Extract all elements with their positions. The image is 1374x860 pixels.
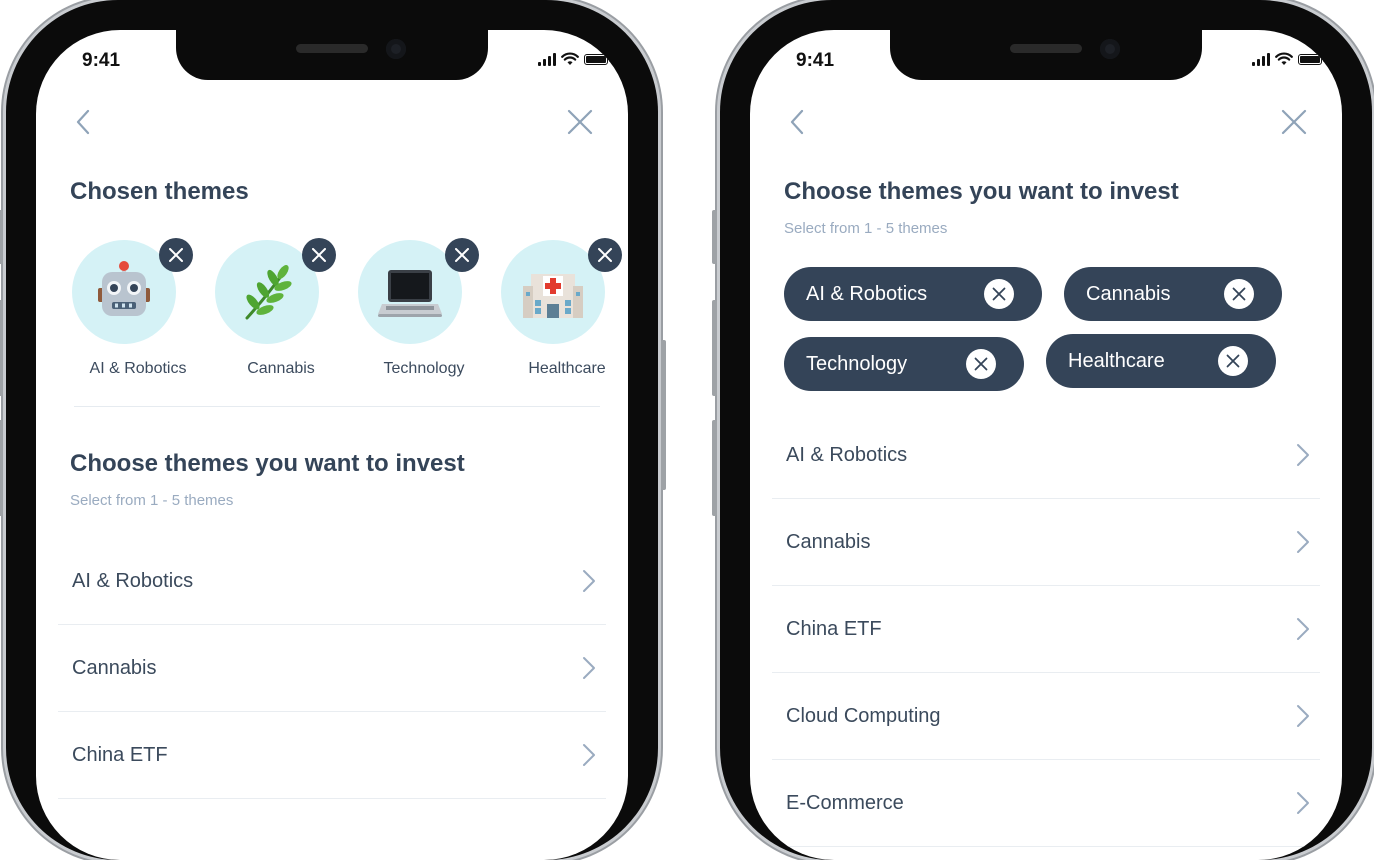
list-item-china-etf[interactable]: China ETF — [772, 586, 1320, 673]
notch — [176, 30, 488, 80]
volume-down-button — [712, 420, 717, 516]
chevron-right-icon — [583, 744, 595, 766]
remove-chip-button[interactable] — [966, 349, 996, 379]
chip-label: Healthcare — [1068, 349, 1165, 372]
list-item-label: Cannabis — [72, 657, 157, 679]
screen-left: 9:41 Chosen themes AI & Robotics Cannabi… — [36, 30, 628, 860]
speaker — [1010, 44, 1082, 53]
speaker — [296, 44, 368, 53]
chevron-right-icon — [1297, 444, 1309, 466]
chevron-right-icon — [583, 657, 595, 679]
choose-themes-title: Choose themes you want to invest — [784, 178, 1179, 205]
list-item-ai-robotics[interactable]: AI & Robotics — [58, 538, 606, 625]
list-item-label: E-Commerce — [786, 792, 904, 814]
screen-right: 9:41 Choose themes you want to invest Se… — [750, 30, 1342, 860]
choose-themes-subtitle: Select from 1 - 5 themes — [70, 492, 234, 509]
chip-label: Cannabis — [1086, 282, 1171, 305]
status-icons — [1252, 52, 1325, 66]
chevron-right-icon — [583, 570, 595, 592]
list-item-ai-robotics[interactable]: AI & Robotics — [772, 412, 1320, 499]
close-icon — [974, 357, 988, 371]
remove-theme-button[interactable] — [445, 238, 479, 272]
phone-frame-left: 9:41 Chosen themes AI & Robotics Cannabi… — [0, 0, 666, 860]
back-arrow-icon[interactable] — [784, 108, 812, 136]
selected-chip-technology[interactable]: Technology — [784, 337, 1024, 391]
remove-theme-button[interactable] — [302, 238, 336, 272]
list-item-label: Cannabis — [786, 531, 871, 553]
chevron-right-icon — [1297, 792, 1309, 814]
list-item-cloud-computing[interactable]: Cloud Computing — [772, 673, 1320, 760]
selected-chip-cannabis[interactable]: Cannabis — [1064, 267, 1282, 321]
battery-icon — [1298, 53, 1325, 65]
signal-icon — [538, 52, 556, 66]
list-item-label: China ETF — [786, 618, 882, 640]
phone-frame-right: 9:41 Choose themes you want to invest Se… — [712, 0, 1372, 860]
side-button — [0, 210, 3, 264]
close-icon[interactable] — [1280, 108, 1308, 136]
wifi-icon — [1275, 52, 1293, 65]
list-item-label: AI & Robotics — [72, 570, 194, 592]
choose-themes-title: Choose themes you want to invest — [70, 450, 465, 477]
list-item-label: Cloud Computing — [786, 705, 941, 727]
remove-theme-button[interactable] — [159, 238, 193, 272]
close-icon — [169, 248, 183, 262]
side-button — [712, 210, 717, 264]
close-icon — [992, 287, 1006, 301]
list-item-cannabis[interactable]: Cannabis — [772, 499, 1320, 586]
close-icon — [598, 248, 612, 262]
chevron-right-icon — [1297, 531, 1309, 553]
remove-chip-button[interactable] — [1224, 279, 1254, 309]
list-item-label: AI & Robotics — [786, 444, 908, 466]
back-arrow-icon[interactable] — [70, 108, 98, 136]
chip-label: AI & Robotics — [806, 282, 928, 305]
selected-chip-ai-robotics[interactable]: AI & Robotics — [784, 267, 1042, 321]
wifi-icon — [561, 52, 579, 65]
list-item-label: China ETF — [72, 744, 168, 766]
status-icons — [538, 52, 611, 66]
power-button — [661, 340, 666, 490]
list-item-cannabis[interactable]: Cannabis — [58, 625, 606, 712]
chosen-themes-row: AI & Robotics Cannabis Technology Health… — [52, 238, 622, 390]
selected-chip-healthcare[interactable]: Healthcare — [1046, 334, 1276, 388]
front-camera — [386, 39, 406, 59]
chosen-themes-title: Chosen themes — [70, 178, 249, 205]
status-time: 9:41 — [796, 50, 835, 71]
theme-list: AI & Robotics Cannabis China ETF Cloud C… — [772, 412, 1320, 847]
close-icon — [1226, 354, 1240, 368]
choose-themes-subtitle: Select from 1 - 5 themes — [784, 220, 948, 237]
theme-label: Healthcare — [528, 360, 606, 377]
chip-label: Technology — [806, 352, 908, 375]
theme-list: AI & Robotics Cannabis China ETF — [58, 538, 606, 799]
section-divider — [74, 406, 600, 407]
chevron-right-icon — [1297, 618, 1309, 640]
battery-icon — [584, 53, 611, 65]
volume-up-button — [712, 300, 717, 396]
close-icon[interactable] — [566, 108, 594, 136]
close-icon — [1232, 287, 1246, 301]
volume-up-button — [0, 300, 3, 396]
remove-chip-button[interactable] — [984, 279, 1014, 309]
volume-down-button — [0, 420, 3, 516]
list-item-e-commerce[interactable]: E-Commerce — [772, 760, 1320, 847]
close-icon — [312, 248, 326, 262]
front-camera — [1100, 39, 1120, 59]
notch — [890, 30, 1202, 80]
list-item-china-etf[interactable]: China ETF — [58, 712, 606, 799]
close-icon — [455, 248, 469, 262]
signal-icon — [1252, 52, 1270, 66]
status-time: 9:41 — [82, 50, 121, 71]
chevron-right-icon — [1297, 705, 1309, 727]
remove-chip-button[interactable] — [1218, 346, 1248, 376]
remove-theme-button[interactable] — [588, 238, 622, 272]
